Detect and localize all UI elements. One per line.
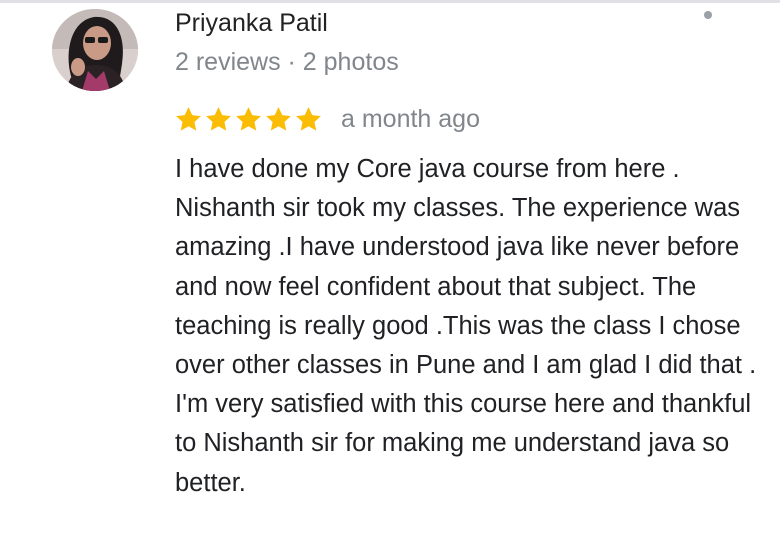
- review-text: I have done my Core java course from her…: [175, 155, 757, 497]
- star-rating: [174, 105, 323, 134]
- top-divider: [0, 0, 780, 3]
- star-icon: [264, 105, 293, 134]
- star-icon: [204, 105, 233, 134]
- avatar-photo: [52, 9, 138, 91]
- rating-row: a month ago: [174, 102, 480, 136]
- review-time: a month ago: [341, 105, 480, 133]
- avatar[interactable]: [52, 9, 138, 91]
- reviewer-stats: 2 reviews · 2 photos: [175, 48, 399, 76]
- star-icon: [174, 105, 203, 134]
- star-icon: [294, 105, 323, 134]
- star-icon: [234, 105, 263, 134]
- reviewer-name[interactable]: Priyanka Patil: [175, 6, 328, 40]
- more-options-icon[interactable]: [704, 11, 712, 19]
